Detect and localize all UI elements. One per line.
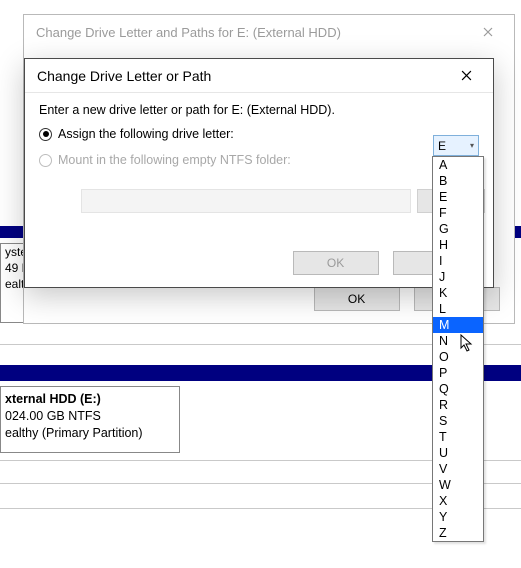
- drive-letter-option[interactable]: P: [433, 365, 483, 381]
- drive-letter-option[interactable]: G: [433, 221, 483, 237]
- drive-letter-option[interactable]: W: [433, 477, 483, 493]
- partition-status: ealthy (Primary Partition): [1, 425, 173, 442]
- radio-assign-letter[interactable]: Assign the following drive letter:: [39, 127, 479, 141]
- drive-letter-option[interactable]: T: [433, 429, 483, 445]
- dialog-change-letter: Change Drive Letter or Path Enter a new …: [24, 58, 494, 288]
- drive-letter-select[interactable]: E ▾: [433, 135, 479, 156]
- drive-letter-option[interactable]: V: [433, 461, 483, 477]
- drive-letter-option[interactable]: O: [433, 349, 483, 365]
- mount-folder-input: [81, 189, 411, 213]
- drive-letter-option[interactable]: E: [433, 189, 483, 205]
- drive-letter-option[interactable]: K: [433, 285, 483, 301]
- drive-letter-option[interactable]: U: [433, 445, 483, 461]
- drive-letter-option[interactable]: Y: [433, 509, 483, 525]
- partition-card-external: xternal HDD (E:) 024.00 GB NTFS ealthy (…: [0, 386, 180, 453]
- drive-letter-option[interactable]: B: [433, 173, 483, 189]
- radio-icon: [39, 128, 52, 141]
- drive-letter-option[interactable]: Q: [433, 381, 483, 397]
- drive-letter-option[interactable]: F: [433, 205, 483, 221]
- drive-letter-option[interactable]: I: [433, 253, 483, 269]
- chevron-down-icon: ▾: [470, 141, 474, 150]
- drive-letter-option[interactable]: M: [433, 317, 483, 333]
- drive-letter-option[interactable]: L: [433, 301, 483, 317]
- ok-button[interactable]: OK: [314, 287, 400, 311]
- select-value: E: [438, 139, 446, 153]
- prompt-text: Enter a new drive letter or path for E: …: [39, 103, 479, 117]
- drive-letter-option[interactable]: X: [433, 493, 483, 509]
- ok-button[interactable]: OK: [293, 251, 379, 275]
- close-icon[interactable]: [445, 62, 487, 90]
- dialog-body: Enter a new drive letter or path for E: …: [25, 93, 493, 167]
- partition-size: 024.00 GB NTFS: [1, 408, 173, 425]
- radio-label: Assign the following drive letter:: [58, 127, 234, 141]
- drive-letter-dropdown[interactable]: ABEFGHIJKLMNOPQRSTUVWXYZ: [432, 156, 484, 542]
- radio-label: Mount in the following empty NTFS folder…: [58, 153, 291, 167]
- dialog-title: Change Drive Letter and Paths for E: (Ex…: [36, 25, 341, 40]
- drive-letter-option[interactable]: S: [433, 413, 483, 429]
- close-icon[interactable]: [468, 19, 508, 45]
- partition-title: xternal HDD (E:): [1, 391, 173, 408]
- radio-mount-folder[interactable]: Mount in the following empty NTFS folder…: [39, 153, 479, 167]
- drive-letter-option[interactable]: Z: [433, 525, 483, 541]
- drive-letter-option[interactable]: H: [433, 237, 483, 253]
- drive-letter-option[interactable]: A: [433, 157, 483, 173]
- drive-letter-option[interactable]: N: [433, 333, 483, 349]
- titlebar: Change Drive Letter and Paths for E: (Ex…: [24, 15, 514, 49]
- drive-letter-option[interactable]: R: [433, 397, 483, 413]
- radio-icon: [39, 154, 52, 167]
- drive-letter-option[interactable]: J: [433, 269, 483, 285]
- titlebar: Change Drive Letter or Path: [25, 59, 493, 93]
- dialog-title: Change Drive Letter or Path: [37, 68, 211, 84]
